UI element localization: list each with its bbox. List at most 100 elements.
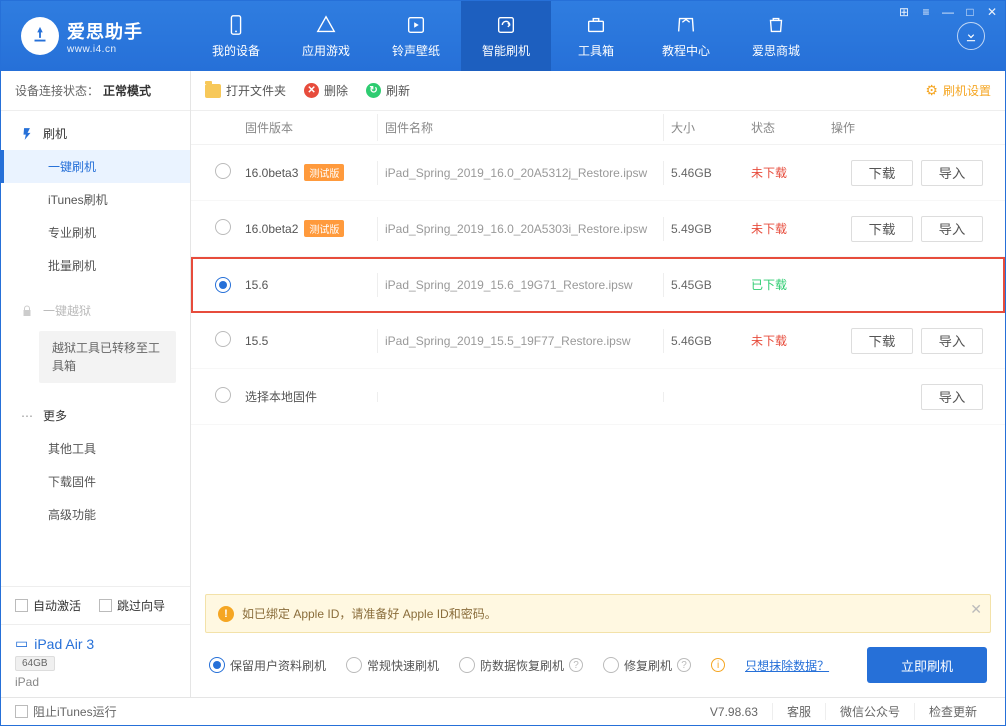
nav-icon	[224, 13, 248, 37]
flash-settings-button[interactable]: ⚙刷机设置	[925, 82, 991, 99]
footer-service[interactable]: 客服	[772, 703, 825, 720]
help-icon[interactable]: ?	[569, 658, 583, 672]
sidebar-item-itunes[interactable]: iTunes刷机	[1, 183, 190, 216]
row-radio[interactable]	[215, 277, 231, 293]
warning-icon: !	[218, 606, 234, 622]
flash-icon	[19, 126, 35, 142]
refresh-icon: ↻	[366, 83, 381, 98]
main-panel: 打开文件夹 ✕删除 ↻刷新 ⚙刷机设置 固件版本 固件名称 大小 状态 操作 1…	[191, 71, 1005, 697]
sidebar-header-jailbreak: 一键越狱	[1, 294, 190, 327]
nav-tab-2[interactable]: 铃声壁纸	[371, 1, 461, 71]
row-radio[interactable]	[215, 163, 231, 179]
nav-tab-5[interactable]: 教程中心	[641, 1, 731, 71]
block-itunes-checkbox[interactable]: 阻止iTunes运行	[15, 703, 117, 720]
beta-badge: 测试版	[304, 220, 344, 237]
table-header: 固件版本 固件名称 大小 状态 操作	[191, 111, 1005, 145]
firmware-version: 15.6	[245, 278, 268, 292]
download-manager-icon[interactable]	[957, 22, 985, 50]
app-url: www.i4.cn	[67, 44, 143, 55]
nav-icon	[584, 13, 608, 37]
opt-normal[interactable]: 常规快速刷机	[346, 657, 439, 674]
erase-only-link[interactable]: 只想抹除数据？	[745, 657, 829, 674]
win-close-icon[interactable]: ✕	[985, 5, 999, 19]
connection-status: 设备连接状态： 正常模式	[1, 71, 190, 111]
sidebar-item-oneclick[interactable]: 一键刷机	[1, 150, 190, 183]
notice-bar: ! 如已绑定 Apple ID，请准备好 Apple ID和密码。 ✕	[205, 594, 991, 633]
auto-activate-checkbox[interactable]: 自动激活	[15, 597, 81, 614]
firmware-status: 未下载	[751, 166, 787, 180]
firmware-row[interactable]: 15.5iPad_Spring_2019_15.5_19F77_Restore.…	[191, 313, 1005, 369]
footer: 阻止iTunes运行 V7.98.63 客服 微信公众号 检查更新	[1, 697, 1005, 725]
sidebar-item-batch[interactable]: 批量刷机	[1, 249, 190, 282]
sidebar-item-tools[interactable]: 其他工具	[1, 432, 190, 465]
download-button[interactable]: 下载	[851, 160, 913, 186]
firmware-version: 16.0beta3	[245, 166, 298, 180]
win-maximize-icon[interactable]: □	[963, 5, 977, 19]
open-folder-button[interactable]: 打开文件夹	[205, 82, 286, 99]
notice-close-icon[interactable]: ✕	[970, 601, 982, 618]
help-icon[interactable]: ?	[677, 658, 691, 672]
firmware-status: 未下载	[751, 222, 787, 236]
opt-repair[interactable]: 修复刷机?	[603, 657, 691, 674]
logo-icon	[21, 17, 59, 55]
import-button[interactable]: 导入	[921, 216, 983, 242]
app-header: 爱思助手 www.i4.cn 我的设备应用游戏铃声壁纸智能刷机工具箱教程中心爱思…	[1, 1, 1005, 71]
lock-icon	[19, 303, 35, 319]
col-version: 固件版本	[245, 119, 385, 136]
import-button[interactable]: 导入	[921, 384, 983, 410]
footer-wechat[interactable]: 微信公众号	[825, 703, 914, 720]
flash-now-button[interactable]: 立即刷机	[867, 647, 987, 683]
more-icon: ⋯	[19, 408, 35, 424]
flash-options-row: 保留用户资料刷机 常规快速刷机 防数据恢复刷机? 修复刷机? i 只想抹除数据？…	[191, 633, 1005, 697]
firmware-version: 选择本地固件	[245, 390, 317, 404]
sidebar-header-more[interactable]: ⋯ 更多	[1, 399, 190, 432]
opt-antirecover[interactable]: 防数据恢复刷机?	[459, 657, 583, 674]
footer-update[interactable]: 检查更新	[914, 703, 991, 720]
firmware-table: 16.0beta3测试版iPad_Spring_2019_16.0_20A531…	[191, 145, 1005, 594]
nav-tab-0[interactable]: 我的设备	[191, 1, 281, 71]
row-radio[interactable]	[215, 331, 231, 347]
col-name: 固件名称	[385, 119, 671, 136]
sidebar-header-flash[interactable]: 刷机	[1, 117, 190, 150]
nav-tab-4[interactable]: 工具箱	[551, 1, 641, 71]
device-type: iPad	[15, 675, 176, 689]
nav-icon	[404, 13, 428, 37]
opt-keep-data[interactable]: 保留用户资料刷机	[209, 657, 326, 674]
win-grid-icon[interactable]: ⊞	[897, 5, 911, 19]
delete-button[interactable]: ✕删除	[304, 82, 348, 99]
nav-icon	[764, 13, 788, 37]
download-button[interactable]: 下载	[851, 216, 913, 242]
col-size: 大小	[671, 119, 751, 136]
firmware-status: 未下载	[751, 334, 787, 348]
firmware-row[interactable]: 15.6iPad_Spring_2019_15.6_19G71_Restore.…	[191, 257, 1005, 313]
col-status: 状态	[751, 119, 831, 136]
win-minimize-icon[interactable]: —	[941, 5, 955, 19]
firmware-name: iPad_Spring_2019_16.0_20A5303i_Restore.i…	[385, 222, 647, 236]
skip-guide-checkbox[interactable]: 跳过向导	[99, 597, 165, 614]
firmware-row[interactable]: 选择本地固件 导入	[191, 369, 1005, 425]
import-button[interactable]: 导入	[921, 328, 983, 354]
device-info[interactable]: ▭iPad Air 3 64GB iPad	[1, 624, 190, 697]
folder-icon	[205, 84, 221, 98]
logo: 爱思助手 www.i4.cn	[1, 1, 191, 71]
sidebar-item-download[interactable]: 下载固件	[1, 465, 190, 498]
download-button[interactable]: 下载	[851, 328, 913, 354]
sidebar-item-pro[interactable]: 专业刷机	[1, 216, 190, 249]
refresh-button[interactable]: ↻刷新	[366, 82, 410, 99]
firmware-row[interactable]: 16.0beta3测试版iPad_Spring_2019_16.0_20A531…	[191, 145, 1005, 201]
import-button[interactable]: 导入	[921, 160, 983, 186]
nav-tab-3[interactable]: 智能刷机	[461, 1, 551, 71]
firmware-size: 5.49GB	[671, 222, 751, 236]
app-name: 爱思助手	[67, 18, 143, 44]
beta-badge: 测试版	[304, 164, 344, 181]
delete-icon: ✕	[304, 83, 319, 98]
win-menu-icon[interactable]: ≡	[919, 5, 933, 19]
row-radio[interactable]	[215, 387, 231, 403]
col-ops: 操作	[831, 119, 991, 136]
row-radio[interactable]	[215, 219, 231, 235]
firmware-row[interactable]: 16.0beta2测试版iPad_Spring_2019_16.0_20A530…	[191, 201, 1005, 257]
nav-tab-1[interactable]: 应用游戏	[281, 1, 371, 71]
info-icon[interactable]: i	[711, 658, 725, 672]
sidebar-item-advanced[interactable]: 高级功能	[1, 498, 190, 531]
nav-tab-6[interactable]: 爱思商城	[731, 1, 821, 71]
